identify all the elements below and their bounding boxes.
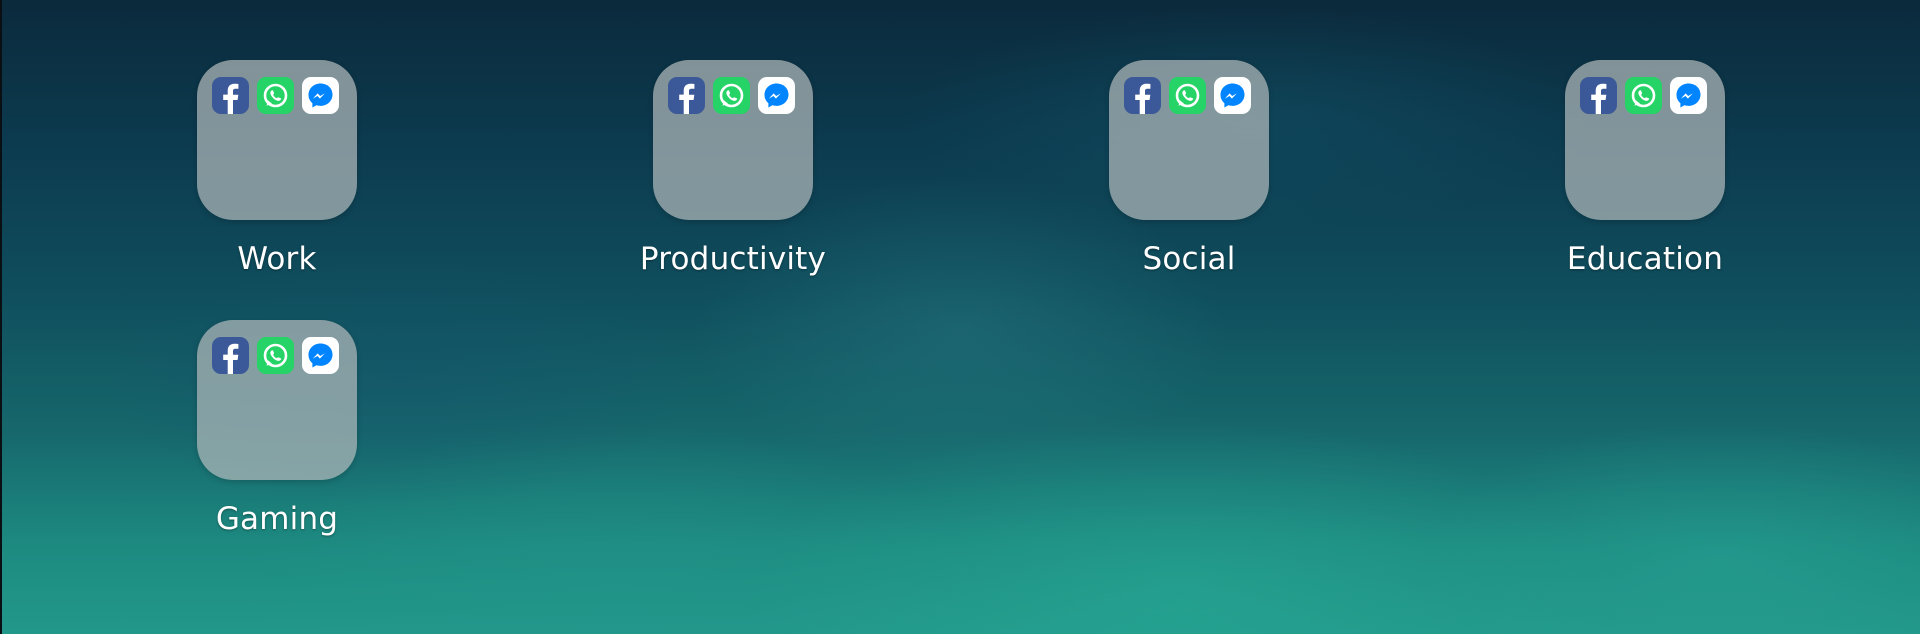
folder-icon[interactable]: [653, 60, 813, 220]
facebook-icon: [668, 77, 705, 114]
folder-label: Gaming: [215, 501, 339, 537]
screen-edge: [0, 0, 2, 634]
facebook-icon: [212, 77, 249, 114]
folder-app-preview: [1124, 77, 1251, 114]
folder-icon[interactable]: [1565, 60, 1725, 220]
whatsapp-icon: [713, 77, 750, 114]
folder-label: Work: [237, 241, 317, 277]
facebook-icon: [1580, 77, 1617, 114]
whatsapp-icon: [1169, 77, 1206, 114]
messenger-icon: [302, 77, 339, 114]
whatsapp-icon: [1625, 77, 1662, 114]
folder-label: Social: [1142, 241, 1236, 277]
messenger-icon: [1214, 77, 1251, 114]
whatsapp-icon: [257, 77, 294, 114]
whatsapp-icon: [257, 337, 294, 374]
messenger-icon: [302, 337, 339, 374]
folder-app-preview: [668, 77, 795, 114]
folder-app-preview: [212, 77, 339, 114]
folder-app-preview: [212, 337, 339, 374]
folder-label: Education: [1566, 241, 1724, 277]
folder-icon[interactable]: [197, 320, 357, 480]
folder-icon[interactable]: [1109, 60, 1269, 220]
facebook-icon: [212, 337, 249, 374]
messenger-icon: [1670, 77, 1707, 114]
folder-label: Productivity: [639, 241, 827, 277]
messenger-icon: [758, 77, 795, 114]
facebook-icon: [1124, 77, 1161, 114]
folder-work[interactable]: Work: [177, 60, 377, 278]
folder-social[interactable]: Social: [1089, 60, 1289, 278]
folder-gaming[interactable]: Gaming: [177, 320, 377, 538]
folder-app-preview: [1580, 77, 1707, 114]
folder-icon[interactable]: [197, 60, 357, 220]
folder-productivity[interactable]: Productivity: [633, 60, 833, 278]
folder-education[interactable]: Education: [1545, 60, 1745, 278]
